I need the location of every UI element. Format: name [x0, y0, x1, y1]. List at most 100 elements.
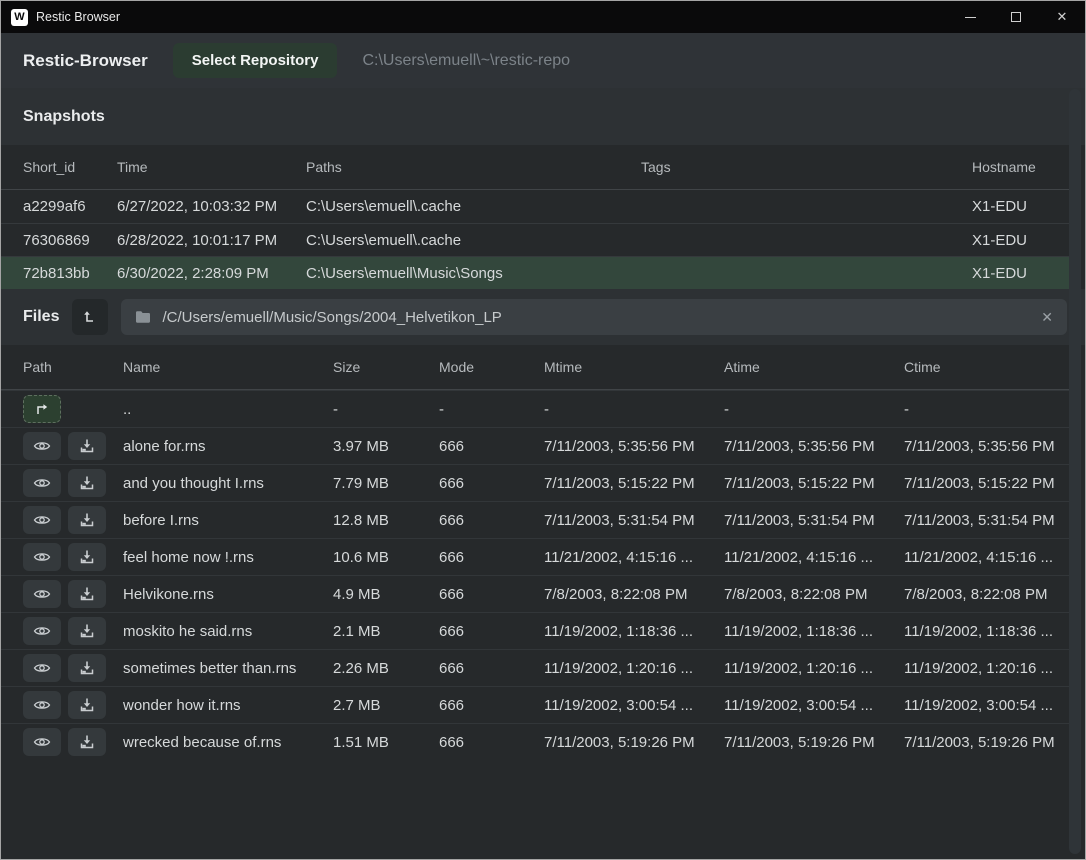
- column-mode[interactable]: Mode: [439, 359, 544, 375]
- file-name: Helvikone.rns: [123, 586, 333, 603]
- snapshot-paths: C:\Users\emuell\Music\Songs: [306, 265, 641, 282]
- file-mtime: 7/11/2003, 5:19:26 PM: [544, 734, 724, 751]
- current-path-bar[interactable]: /C/Users/emuell/Music/Songs/2004_Helveti…: [121, 299, 1067, 335]
- file-atime: 11/19/2002, 1:20:16 ...: [724, 660, 904, 677]
- file-ctime: 7/11/2003, 5:31:54 PM: [904, 512, 1069, 529]
- file-mtime: 7/11/2003, 5:35:56 PM: [544, 438, 724, 455]
- maximize-button[interactable]: [993, 1, 1039, 33]
- preview-file-button[interactable]: [23, 469, 61, 497]
- download-icon: [79, 734, 95, 750]
- file-mtime: 11/19/2002, 1:18:36 ...: [544, 623, 724, 640]
- snapshot-short-id: 72b813bb: [23, 265, 117, 282]
- column-tags[interactable]: Tags: [641, 159, 972, 175]
- snapshot-paths: C:\Users\emuell\.cache: [306, 232, 641, 249]
- snapshots-table-header: Short_id Time Paths Tags Hostname: [1, 145, 1069, 190]
- column-time[interactable]: Time: [117, 159, 306, 175]
- download-file-button[interactable]: [68, 469, 106, 497]
- file-mode: 666: [439, 660, 544, 677]
- file-row[interactable]: alone for.rns 3.97 MB 666 7/11/2003, 5:3…: [1, 427, 1069, 464]
- file-mode: 666: [439, 623, 544, 640]
- titlebar: W Restic Browser ✕: [1, 1, 1085, 33]
- file-mode: 666: [439, 512, 544, 529]
- file-row[interactable]: feel home now !.rns 10.6 MB 666 11/21/20…: [1, 538, 1069, 575]
- column-name[interactable]: Name: [123, 359, 333, 375]
- clear-icon: ✕: [1041, 309, 1053, 325]
- file-ctime: 7/11/2003, 5:35:56 PM: [904, 438, 1069, 455]
- file-row[interactable]: wonder how it.rns 2.7 MB 666 11/19/2002,…: [1, 686, 1069, 723]
- column-path[interactable]: Path: [23, 359, 123, 375]
- file-row[interactable]: wrecked because of.rns 1.51 MB 666 7/11/…: [1, 723, 1069, 760]
- file-row[interactable]: and you thought I.rns 7.79 MB 666 7/11/2…: [1, 464, 1069, 501]
- file-atime: 11/19/2002, 3:00:54 ...: [724, 697, 904, 714]
- file-ctime: 11/21/2002, 4:15:16 ...: [904, 549, 1069, 566]
- file-name: alone for.rns: [123, 438, 333, 455]
- eye-icon: [33, 661, 51, 675]
- column-hostname[interactable]: Hostname: [972, 159, 1069, 175]
- scrollbar-track[interactable]: [1069, 89, 1081, 854]
- download-file-button[interactable]: [68, 506, 106, 534]
- file-size: 2.7 MB: [333, 697, 439, 714]
- preview-file-button[interactable]: [23, 432, 61, 460]
- close-icon: ✕: [1057, 9, 1068, 25]
- download-file-button[interactable]: [68, 728, 106, 756]
- download-icon: [79, 586, 95, 602]
- file-atime: 7/11/2003, 5:15:22 PM: [724, 475, 904, 492]
- column-atime[interactable]: Atime: [724, 359, 904, 375]
- download-file-button[interactable]: [68, 432, 106, 460]
- download-icon: [79, 660, 95, 676]
- preview-file-button[interactable]: [23, 506, 61, 534]
- file-ctime: -: [904, 401, 1069, 418]
- up-directory-button[interactable]: [72, 299, 108, 335]
- app-header: Restic-Browser Select Repository C:\User…: [1, 33, 1085, 88]
- download-file-button[interactable]: [68, 654, 106, 682]
- preview-file-button[interactable]: [23, 617, 61, 645]
- go-parent-button[interactable]: [23, 395, 61, 423]
- parent-directory-row[interactable]: .. - - - - -: [1, 390, 1069, 427]
- file-atime: 11/19/2002, 1:18:36 ...: [724, 623, 904, 640]
- close-button[interactable]: ✕: [1039, 1, 1085, 33]
- snapshot-row[interactable]: a2299af6 6/27/2022, 10:03:32 PM C:\Users…: [1, 190, 1069, 223]
- preview-file-button[interactable]: [23, 728, 61, 756]
- column-short-id[interactable]: Short_id: [23, 159, 117, 175]
- file-mtime: 7/8/2003, 8:22:08 PM: [544, 586, 724, 603]
- download-file-button[interactable]: [68, 691, 106, 719]
- column-size[interactable]: Size: [333, 359, 439, 375]
- app-window: W Restic Browser ✕ Restic-Browser Select…: [0, 0, 1086, 860]
- preview-file-button[interactable]: [23, 580, 61, 608]
- column-ctime[interactable]: Ctime: [904, 359, 1069, 375]
- snapshot-hostname: X1-EDU: [972, 198, 1069, 215]
- file-row[interactable]: Helvikone.rns 4.9 MB 666 7/8/2003, 8:22:…: [1, 575, 1069, 612]
- download-file-button[interactable]: [68, 580, 106, 608]
- file-row[interactable]: moskito he said.rns 2.1 MB 666 11/19/200…: [1, 612, 1069, 649]
- file-name: wrecked because of.rns: [123, 734, 333, 751]
- eye-icon: [33, 513, 51, 527]
- snapshot-row[interactable]: 72b813bb 6/30/2022, 2:28:09 PM C:\Users\…: [1, 256, 1069, 289]
- files-table-header: Path Name Size Mode Mtime Atime Ctime: [1, 345, 1069, 390]
- file-ctime: 7/8/2003, 8:22:08 PM: [904, 586, 1069, 603]
- download-file-button[interactable]: [68, 543, 106, 571]
- file-row[interactable]: before I.rns 12.8 MB 666 7/11/2003, 5:31…: [1, 501, 1069, 538]
- preview-file-button[interactable]: [23, 654, 61, 682]
- preview-file-button[interactable]: [23, 543, 61, 571]
- column-paths[interactable]: Paths: [306, 159, 641, 175]
- file-size: 12.8 MB: [333, 512, 439, 529]
- file-ctime: 11/19/2002, 3:00:54 ...: [904, 697, 1069, 714]
- eye-icon: [33, 587, 51, 601]
- file-mode: 666: [439, 734, 544, 751]
- file-row[interactable]: sometimes better than.rns 2.26 MB 666 11…: [1, 649, 1069, 686]
- snapshot-row[interactable]: 76306869 6/28/2022, 10:01:17 PM C:\Users…: [1, 223, 1069, 256]
- file-size: -: [333, 401, 439, 418]
- download-file-button[interactable]: [68, 617, 106, 645]
- snapshot-short-id: a2299af6: [23, 198, 117, 215]
- clear-path-button[interactable]: ✕: [1041, 309, 1053, 326]
- snapshot-time: 6/27/2022, 10:03:32 PM: [117, 198, 306, 215]
- repository-path: C:\Users\emuell\~\restic-repo: [362, 52, 570, 70]
- column-mtime[interactable]: Mtime: [544, 359, 724, 375]
- page-title: Restic-Browser: [23, 51, 148, 71]
- select-repository-button[interactable]: Select Repository: [173, 43, 338, 78]
- preview-file-button[interactable]: [23, 691, 61, 719]
- files-title: Files: [23, 308, 59, 326]
- current-path-input[interactable]: /C/Users/emuell/Music/Songs/2004_Helveti…: [162, 309, 1030, 326]
- minimize-button[interactable]: [947, 1, 993, 33]
- file-ctime: 11/19/2002, 1:20:16 ...: [904, 660, 1069, 677]
